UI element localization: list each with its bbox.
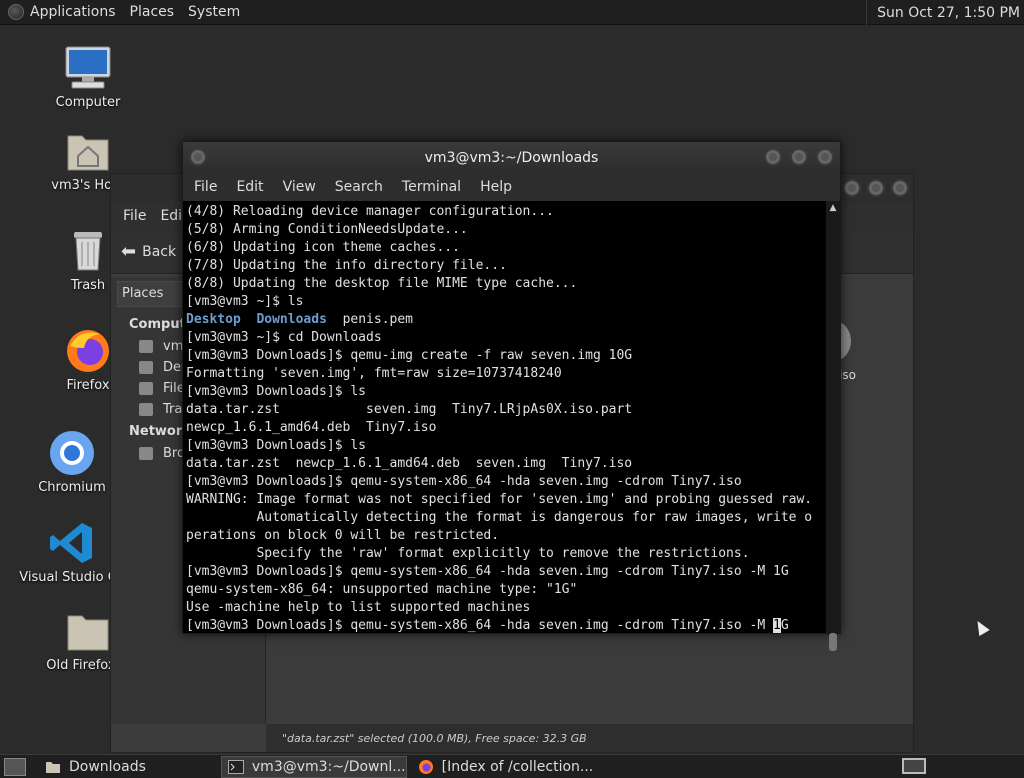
trash-icon xyxy=(64,228,112,274)
menu-help[interactable]: Help xyxy=(480,179,512,195)
terminal-line: (7/8) Updating the info directory file..… xyxy=(186,258,507,273)
sidebar-item-label: Tra xyxy=(163,402,183,417)
terminal-current-prompt[interactable]: [vm3@vm3 Downloads]$ qemu-system-x86_64 … xyxy=(186,617,826,633)
terminal-icon xyxy=(227,759,244,774)
terminal-line: Formatting 'seven.img', fmt=raw size=107… xyxy=(186,366,562,381)
top-panel: Applications Places System Sun Oct 27, 1… xyxy=(0,0,1024,25)
minimize-button[interactable] xyxy=(843,179,861,197)
window-menu-button[interactable] xyxy=(189,148,207,166)
firefox-icon xyxy=(418,759,433,774)
menu-edit[interactable]: Edit xyxy=(236,179,263,195)
terminal-line: data.tar.zst seven.img Tiny7.LRjpAs0X.is… xyxy=(186,402,633,417)
maximize-button[interactable] xyxy=(867,179,885,197)
firefox-icon xyxy=(64,328,112,374)
clock[interactable]: Sun Oct 27, 1:50 PM xyxy=(866,0,1024,25)
file-manager-window-buttons xyxy=(843,179,909,197)
sidebar-item-label: vm xyxy=(163,339,184,354)
terminal-line: [vm3@vm3 Downloads]$ qemu-system-x86_64 … xyxy=(186,564,789,579)
terminal-line: Use -machine help to list supported mach… xyxy=(186,600,531,615)
menu-system[interactable]: System xyxy=(188,4,240,20)
vscode-icon xyxy=(48,520,96,566)
terminal-line: [vm3@vm3 Downloads]$ ls xyxy=(186,384,367,399)
terminal-line: [vm3@vm3 ~]$ cd Downloads xyxy=(186,330,382,345)
distro-logo-icon[interactable] xyxy=(8,4,24,20)
terminal-ls-output: Desktop Downloads penis.pem xyxy=(186,311,826,329)
terminal-line: qemu-system-x86_64: unsupported machine … xyxy=(186,582,578,597)
taskbar-item-label: Downloads xyxy=(69,758,146,775)
terminal-line: (4/8) Reloading device manager configura… xyxy=(186,204,554,219)
terminal-line: (5/8) Arming ConditionNeedsUpdate... xyxy=(186,222,468,237)
terminal-line: WARNING: Image format was not specified … xyxy=(186,492,813,507)
maximize-button[interactable] xyxy=(790,148,808,166)
close-button[interactable] xyxy=(891,179,909,197)
file-manager-statusbar: "data.tar.zst" selected (100.0 MB), Free… xyxy=(266,724,913,752)
terminal-line: newcp_1.6.1_amd64.deb Tiny7.iso xyxy=(186,420,437,435)
bottom-taskbar: Downloads vm3@vm3:~/Downl... [Index of /… xyxy=(0,754,1024,778)
desktop-folder-icon xyxy=(139,361,153,374)
terminal-line: (8/8) Updating the desktop file MIME typ… xyxy=(186,276,578,291)
terminal-scrollbar[interactable]: ▲ xyxy=(826,201,840,651)
terminal-line: [vm3@vm3 Downloads]$ qemu-img create -f … xyxy=(186,348,633,363)
dir-downloads: Downloads xyxy=(256,312,327,327)
terminal-line: Automatically detecting the format is da… xyxy=(186,510,813,525)
text-cursor: 1 xyxy=(773,618,781,633)
filesystem-icon xyxy=(139,382,153,395)
file-name: penis.pem xyxy=(342,312,414,327)
home-icon xyxy=(139,340,153,353)
back-button[interactable]: Back xyxy=(142,244,176,260)
menu-file[interactable]: File xyxy=(123,208,146,224)
taskbar-item-firefox[interactable]: [Index of /collection... xyxy=(411,756,595,778)
taskbar-item-terminal[interactable]: vm3@vm3:~/Downl... xyxy=(220,755,407,778)
close-button[interactable] xyxy=(816,148,834,166)
trash-icon xyxy=(139,403,153,416)
terminal-line: data.tar.zst newcp_1.6.1_amd64.deb seven… xyxy=(186,456,633,471)
mouse-pointer-icon xyxy=(972,617,990,637)
terminal-line: perations on block 0 will be restricted. xyxy=(186,528,500,543)
network-icon xyxy=(139,447,153,460)
desktop-icon-label: Computer xyxy=(55,95,121,110)
back-arrow-icon[interactable]: ⬅ xyxy=(121,241,136,262)
file-label: iso xyxy=(839,368,856,382)
menu-applications[interactable]: Applications xyxy=(30,4,116,20)
menu-edit[interactable]: Edi xyxy=(160,208,182,224)
terminal-title: vm3@vm3:~/Downloads xyxy=(424,149,599,166)
desktop-icon-computer[interactable]: Computer xyxy=(33,45,143,110)
terminal-line: (6/8) Updating icon theme caches... xyxy=(186,240,460,255)
terminal-line: [vm3@vm3 Downloads]$ ls xyxy=(186,438,367,453)
terminal-window[interactable]: vm3@vm3:~/Downloads File Edit View Searc… xyxy=(182,141,841,651)
taskbar-item-label: vm3@vm3:~/Downl... xyxy=(251,758,406,775)
scrollbar-thumb[interactable] xyxy=(829,633,837,651)
prompt-text: [vm3@vm3 Downloads]$ qemu-system-x86_64 … xyxy=(186,618,773,633)
workspace-switcher-icon[interactable] xyxy=(902,758,926,774)
menu-view[interactable]: View xyxy=(283,179,316,195)
terminal-screen[interactable]: (4/8) Reloading device manager configura… xyxy=(183,201,826,633)
menu-file[interactable]: File xyxy=(194,179,217,195)
menu-places[interactable]: Places xyxy=(130,4,175,20)
computer-icon xyxy=(64,45,112,91)
minimize-button[interactable] xyxy=(764,148,782,166)
terminal-line: [vm3@vm3 ~]$ ls xyxy=(186,294,304,309)
terminal-menubar: File Edit View Search Terminal Help xyxy=(183,173,840,201)
folder-icon xyxy=(46,761,60,773)
terminal-line: Specify the 'raw' format explicitly to r… xyxy=(186,546,750,561)
taskbar-item-downloads[interactable]: Downloads xyxy=(38,756,147,778)
menu-search[interactable]: Search xyxy=(335,179,383,195)
prompt-after-cursor: G xyxy=(780,618,789,633)
menu-terminal[interactable]: Terminal xyxy=(402,179,461,195)
show-desktop-icon[interactable] xyxy=(4,757,26,776)
home-folder-icon xyxy=(64,128,112,174)
chromium-icon xyxy=(48,430,96,476)
folder-icon xyxy=(64,608,112,654)
scroll-up-arrow-icon[interactable]: ▲ xyxy=(826,201,840,215)
dir-desktop: Desktop xyxy=(186,312,241,327)
terminal-titlebar[interactable]: vm3@vm3:~/Downloads xyxy=(183,142,840,173)
terminal-line: [vm3@vm3 Downloads]$ qemu-system-x86_64 … xyxy=(186,474,742,489)
taskbar-item-label: [Index of /collection... xyxy=(441,758,594,775)
